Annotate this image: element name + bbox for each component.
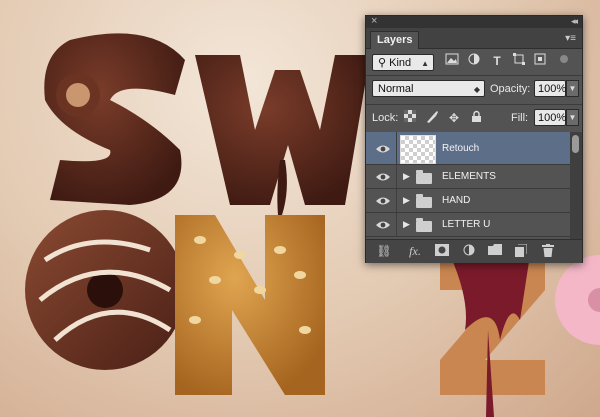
layer-thumbnail bbox=[400, 135, 436, 164]
adjustment-filter-icon[interactable] bbox=[466, 53, 482, 69]
filter-row: ⚲ Kind ▲ T bbox=[366, 53, 582, 73]
fill-slider-button[interactable]: ▼ bbox=[566, 109, 579, 126]
blend-mode-dropdown[interactable]: Normal ◆ bbox=[372, 80, 485, 97]
new-layer-icon[interactable] bbox=[513, 243, 529, 258]
search-icon: ⚲ bbox=[378, 57, 387, 69]
opacity-label: Opacity: bbox=[490, 83, 531, 95]
blend-row: Normal ◆ Opacity: 100% ▼ bbox=[366, 79, 582, 99]
adjustment-layer-icon[interactable] bbox=[460, 244, 478, 258]
scrollbar-thumb[interactable] bbox=[572, 135, 579, 153]
filter-kind-dropdown[interactable]: ⚲ Kind ▲ bbox=[372, 54, 434, 71]
shape-filter-icon[interactable] bbox=[511, 53, 527, 69]
lock-label: Lock: bbox=[372, 112, 399, 124]
layer-row-letter-u[interactable]: ▶ LETTER U bbox=[366, 213, 570, 237]
new-group-icon[interactable] bbox=[487, 244, 503, 258]
visibility-eye-icon[interactable] bbox=[375, 171, 391, 183]
blend-mode-value: Normal bbox=[378, 83, 414, 95]
opacity-value: 100% bbox=[538, 83, 567, 95]
collapse-icon[interactable]: ◂◂ bbox=[571, 15, 578, 27]
delete-layer-icon[interactable] bbox=[540, 244, 556, 258]
expand-triangle-icon[interactable]: ▶ bbox=[403, 219, 410, 230]
panel-footer: ⛓ fx. bbox=[366, 239, 582, 263]
dropdown-arrow-icon: ◆ bbox=[473, 85, 480, 94]
layers-scrollbar[interactable] bbox=[570, 132, 582, 239]
expand-triangle-icon[interactable]: ▶ bbox=[403, 171, 410, 182]
folder-icon bbox=[416, 170, 432, 184]
layers-panel: × ◂◂ Layers ▾≡ ⚲ Kind ▲ T Normal ◆ Opaci… bbox=[365, 15, 583, 263]
letter-s-shape bbox=[44, 33, 186, 206]
layer-name: LETTER U bbox=[442, 219, 491, 230]
tab-layers[interactable]: Layers bbox=[370, 31, 420, 49]
panel-tab-row: Layers ▾≡ bbox=[366, 28, 582, 49]
filter-toggle-icon[interactable] bbox=[558, 53, 570, 69]
fill-label: Fill: bbox=[511, 112, 529, 124]
smart-object-filter-icon[interactable] bbox=[532, 53, 548, 69]
type-filter-icon[interactable]: T bbox=[489, 53, 505, 69]
visibility-eye-icon[interactable] bbox=[375, 143, 391, 155]
lock-image-icon[interactable] bbox=[424, 110, 440, 126]
layers-list: Retouch ▶ ELEMENTS ▶ HAND ▶ LETTER U bbox=[366, 132, 570, 239]
layer-row-elements[interactable]: ▶ ELEMENTS bbox=[366, 165, 570, 189]
layer-name: Retouch bbox=[442, 143, 480, 154]
filter-kind-label: Kind bbox=[389, 57, 412, 69]
image-filter-icon[interactable] bbox=[444, 53, 460, 69]
add-mask-icon[interactable] bbox=[434, 244, 450, 258]
layer-name: HAND bbox=[442, 195, 471, 206]
dropdown-arrow-icon: ▲ bbox=[421, 59, 429, 68]
folder-icon bbox=[416, 194, 432, 208]
fill-input[interactable]: 100% bbox=[534, 109, 566, 126]
fill-value: 100% bbox=[538, 112, 567, 124]
divider bbox=[366, 75, 582, 76]
visibility-eye-icon[interactable] bbox=[375, 219, 391, 231]
layer-row-hand[interactable]: ▶ HAND bbox=[366, 189, 570, 213]
divider bbox=[366, 104, 582, 105]
lock-all-icon[interactable] bbox=[468, 110, 484, 126]
link-layers-icon[interactable]: ⛓ bbox=[376, 244, 392, 258]
visibility-eye-icon[interactable] bbox=[375, 195, 391, 207]
lock-transparent-icon[interactable] bbox=[402, 110, 418, 126]
fx-icon[interactable]: fx. bbox=[404, 244, 426, 258]
lock-row: Lock: ✥ Fill: 100% ▼ bbox=[366, 108, 582, 128]
layer-name: ELEMENTS bbox=[442, 171, 496, 182]
panel-menu-icon[interactable]: ▾≡ bbox=[565, 33, 576, 44]
layer-row-retouch[interactable]: Retouch bbox=[366, 132, 570, 165]
lock-position-icon[interactable]: ✥ bbox=[446, 110, 462, 126]
expand-triangle-icon[interactable]: ▶ bbox=[403, 195, 410, 206]
opacity-input[interactable]: 100% bbox=[534, 80, 566, 97]
close-icon[interactable]: × bbox=[371, 15, 377, 27]
folder-icon bbox=[416, 218, 432, 232]
opacity-slider-button[interactable]: ▼ bbox=[566, 80, 579, 97]
panel-titlebar: × ◂◂ bbox=[366, 15, 582, 28]
